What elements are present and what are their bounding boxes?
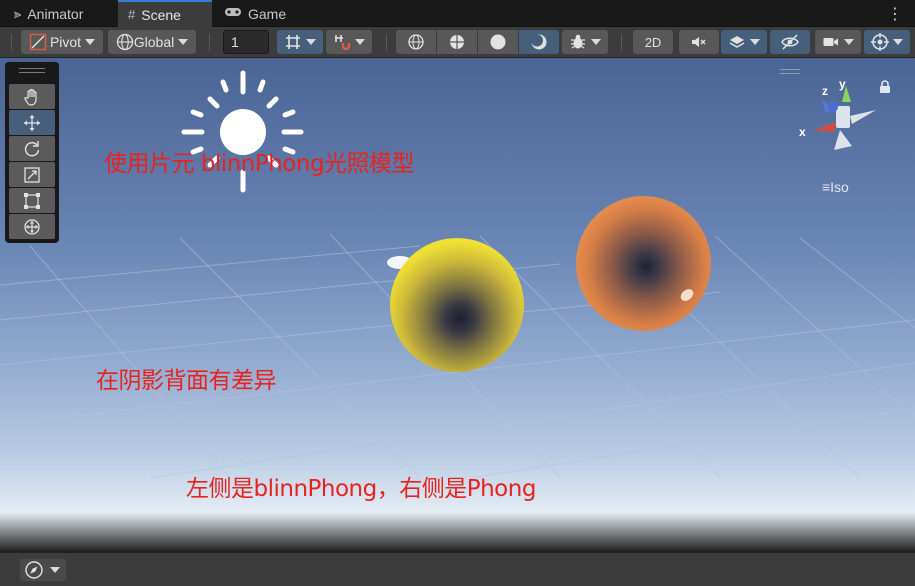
chevron-down-icon: [355, 39, 365, 45]
palette-grip-handle[interactable]: [19, 68, 45, 73]
pivot-icon: [29, 33, 47, 51]
tool-palette: [5, 62, 59, 243]
tab-game[interactable]: Game: [214, 0, 296, 27]
gizmo-y-label: y: [839, 77, 846, 91]
global-label: Global: [133, 34, 175, 50]
camera-icon: [823, 38, 838, 46]
view-tool-button[interactable]: [9, 84, 55, 109]
right-sphere-phong[interactable]: [576, 196, 711, 331]
bottom-overlay-bar: [0, 552, 915, 586]
scene-viewport[interactable]: 使用片元 blinnPhong光照模型 在阴影背面有差异 左侧是blinnPho…: [0, 58, 915, 552]
hand-icon: [24, 88, 37, 106]
annotation-comparison-note: 左侧是blinnPhong，右侧是Phong: [186, 476, 536, 502]
orientation-dropdown[interactable]: [20, 559, 66, 581]
shaded-wireframe-sphere-icon: [450, 35, 464, 49]
scene-camera-dropdown[interactable]: [815, 30, 861, 54]
tab-scene[interactable]: # Scene: [118, 0, 212, 27]
chevron-down-icon: [591, 39, 601, 45]
pivot-label: Pivot: [49, 34, 82, 50]
move-tool-button[interactable]: [9, 110, 55, 135]
gizmos-dropdown[interactable]: [864, 30, 910, 54]
scene-toolbar: Pivot Global 1 2D: [0, 27, 915, 58]
annotation-shadow-note: 在阴影背面有差异: [96, 368, 277, 394]
pivot-dropdown[interactable]: Pivot: [21, 30, 103, 54]
scene-visibility-button[interactable]: [770, 30, 810, 54]
tab-bar: ⫸ Animator # Scene Game ⋮: [0, 0, 915, 27]
compass-icon: [25, 561, 43, 579]
wireframe-shading-button[interactable]: [396, 30, 436, 54]
chevron-down-icon: [306, 39, 316, 45]
tab-animator-label: Animator: [27, 5, 84, 22]
annotation-title: 使用片元 blinnPhong光照模型: [104, 151, 415, 177]
toolbar-divider: [209, 34, 210, 51]
toolbar-divider: [386, 34, 387, 51]
shaded-wireframe-button[interactable]: [437, 30, 477, 54]
gizmo-x-label: x: [799, 125, 806, 139]
projection-toggle[interactable]: ≡Iso: [822, 179, 849, 195]
magnet-snap-icon: [335, 35, 351, 51]
globe-icon: [116, 33, 133, 51]
wireframe-sphere-icon: [408, 34, 424, 50]
eye-hidden-icon: [781, 34, 799, 50]
chevron-down-icon: [178, 39, 189, 45]
left-sphere-blinnphong[interactable]: [390, 238, 524, 372]
increment-snap-toggle[interactable]: [326, 30, 372, 54]
speaker-muted-icon: [692, 37, 706, 47]
layers-effects-icon: [729, 36, 745, 48]
rect-tool-button[interactable]: [9, 188, 55, 213]
gizmo-sphere-icon: [871, 33, 889, 51]
toolbar-divider: [621, 34, 622, 51]
transform-combined-icon: [24, 218, 40, 235]
rect-transform-icon: [24, 192, 40, 209]
grid-size-value: 1: [231, 34, 239, 50]
chevron-down-icon: [50, 567, 60, 573]
solid-sphere-icon: [490, 34, 506, 50]
grid-size-input[interactable]: 1: [223, 30, 269, 54]
bug-icon: [571, 34, 585, 49]
tab-game-label: Game: [248, 5, 287, 22]
scale-icon: [24, 166, 40, 183]
gamepad-icon: [224, 6, 242, 21]
animator-icon: ⫸: [14, 5, 22, 21]
tab-scene-label: Scene: [141, 6, 181, 23]
grid-snapping-toggle[interactable]: [277, 30, 323, 54]
scene-grid-icon: #: [128, 7, 136, 22]
lit-shading-button[interactable]: [519, 30, 559, 54]
chevron-down-icon: [750, 39, 760, 45]
projection-label: Iso: [830, 179, 849, 195]
chevron-down-icon: [893, 39, 903, 45]
rotate-tool-button[interactable]: [9, 136, 55, 161]
overlay-grip[interactable]: [780, 69, 800, 74]
audio-toggle-button[interactable]: [679, 30, 719, 54]
tab-animator[interactable]: ⫸ Animator: [4, 0, 93, 27]
chevron-down-icon: [85, 39, 96, 45]
lock-icon[interactable]: [879, 80, 891, 93]
transform-tool-button[interactable]: [9, 214, 55, 239]
toolbar-divider: [11, 34, 12, 51]
moon-sphere-icon: [531, 34, 547, 50]
grid-snap-icon: [286, 35, 300, 49]
hamburger-icon: ≡: [822, 179, 831, 195]
gizmo-z-label: z: [822, 84, 828, 98]
more-options-icon[interactable]: ⋮: [887, 4, 903, 24]
debug-draw-mode-dropdown[interactable]: [562, 30, 608, 54]
shaded-button[interactable]: [478, 30, 518, 54]
toggle-2d-button[interactable]: 2D: [633, 30, 673, 54]
toggle-2d-label: 2D: [644, 34, 662, 50]
effects-toggle-dropdown[interactable]: [721, 30, 767, 54]
move-arrows-icon: [24, 114, 40, 131]
chevron-down-icon: [844, 39, 854, 45]
scale-tool-button[interactable]: [9, 162, 55, 187]
rotate-icon: [24, 140, 40, 156]
global-dropdown[interactable]: Global: [108, 30, 196, 54]
